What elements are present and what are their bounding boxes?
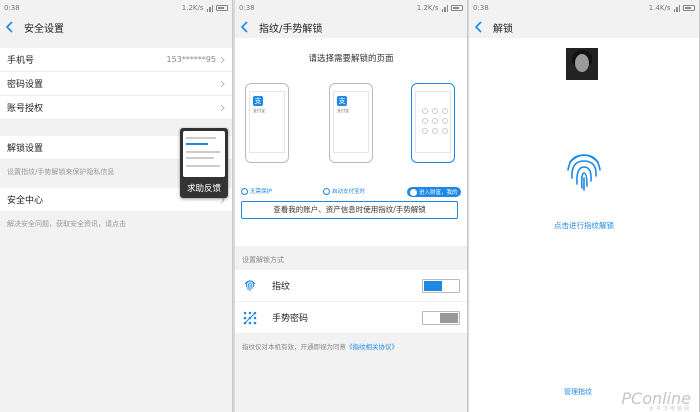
status-bar: 0:38 1.2K/s [235,0,467,16]
radio-icon [241,187,248,195]
row-password[interactable]: 密码设置 [0,72,232,96]
title-bar: 指纹/手势解锁 [235,16,467,38]
footer-note: 指纹仅对本机有效，开通即视为同意《指纹相关协议》 [235,334,467,358]
option-on-launch[interactable]: 启动支付宝时 [323,187,365,195]
agreement-link[interactable]: 《指纹相关协议》 [346,343,398,351]
back-icon[interactable] [6,20,16,34]
row-label: 手机号 [7,56,35,66]
screens-composite: 0:38 1.2K/s 安全设置 手机号 153******95 密码设置 账号… [0,0,700,412]
screen-security-settings: 0:38 1.2K/s 安全设置 手机号 153******95 密码设置 账号… [0,0,233,412]
screen-fingerprint-gesture: 0:38 1.2K/s 指纹/手势解锁 请选择需要解锁的页面 支支付宝 支支付宝… [235,0,468,412]
status-time: 0:38 [239,4,255,12]
row-fingerprint: 指纹 [235,270,467,302]
feedback-thumbnail [183,131,225,177]
signal-icon [206,4,213,12]
title-bar: 安全设置 [0,16,232,38]
fingerprint-toggle[interactable] [422,278,460,293]
option-no-protection[interactable]: 无需保护 [241,187,272,195]
status-time: 0:38 [4,4,20,12]
status-bar: 0:38 1.2K/s [0,0,232,16]
unlock-body: 点击进行指纹解锁 PConline 太平洋电脑网 [469,38,699,412]
method-label: 手势密码 [272,314,309,324]
radio-selected-icon [410,188,417,196]
battery-icon [216,5,228,11]
row-label: 密码设置 [7,80,44,90]
security-hint: 解决安全问题，获取安全资讯，请点击 [0,212,232,236]
status-bar: 0:38 1.4K/s [469,0,699,16]
option-label: 启动支付宝时 [332,189,366,195]
manage-fingerprint-link[interactable]: 管理指纹 [564,387,592,397]
alipay-icon: 支 [253,96,263,106]
status-time: 0:38 [473,4,489,12]
signal-icon [441,4,448,12]
app-name: 支付宝 [253,108,265,113]
footer-text: 指纹仅对本机有效，开通即视为同意 [242,343,346,351]
network-speed: 1.2K/s [181,4,204,12]
pconline-watermark-sub: 太平洋电脑网 [648,406,691,412]
network-speed: 1.2K/s [416,4,439,12]
network-speed: 1.4K/s [648,4,671,12]
back-icon[interactable] [475,20,485,34]
gesture-icon [242,310,258,326]
title-bar: 解锁 [469,16,699,38]
app-name: 支付宝 [337,108,349,113]
option-wealth-mine[interactable]: 进入财富，我的 [407,187,461,197]
row-gesture: 手势密码 [235,302,467,334]
selector-prompt: 请选择需要解锁的页面 [308,54,394,64]
page-title: 解锁 [493,23,513,35]
section-label: 设置解锁方式 [242,256,284,264]
gesture-toggle[interactable] [422,310,460,325]
phone-preview-none[interactable]: 支支付宝 [245,83,289,163]
chevron-right-icon [220,104,225,111]
row-label: 安全中心 [7,196,44,206]
signal-icon [673,4,680,12]
fingerprint-icon[interactable] [564,148,604,192]
phone-value: 153******95 [166,55,216,64]
page-title: 指纹/手势解锁 [259,23,323,35]
view-assets-button[interactable]: 查看我的账户、资产信息时使用指纹/手势解锁 [241,201,458,219]
option-label: 无需保护 [250,189,273,195]
row-label: 账号授权 [7,104,44,114]
gesture-grid-icon [422,108,448,134]
feedback-label: 求助反馈 [186,184,221,194]
alipay-icon: 支 [337,96,347,106]
battery-icon [451,5,463,11]
feedback-floating-button[interactable]: 求助反馈 [180,128,228,198]
row-phone[interactable]: 手机号 153******95 [0,48,232,72]
method-label: 指纹 [272,282,291,292]
option-label: 进入财富，我的 [419,190,458,196]
chevron-right-icon [220,56,225,63]
phone-preview-launch[interactable]: 支支付宝 [329,83,373,163]
back-icon[interactable] [241,20,251,34]
chevron-right-icon [220,80,225,87]
row-label: 解锁设置 [7,144,44,154]
radio-icon [323,187,330,195]
phone-preview-wealth[interactable] [411,83,455,163]
page-title: 安全设置 [24,23,64,35]
unlock-methods: 指纹 手势密码 [235,270,467,334]
page-selector: 请选择需要解锁的页面 支支付宝 支支付宝 无需保护 启动支付宝时 进入财富，我的… [235,38,467,246]
screen-unlock: 0:38 1.4K/s 解锁 点击进行指纹解锁 PConline 太平洋电脑网 [469,0,700,412]
fingerprint-unlock-prompt[interactable]: 点击进行指纹解锁 [469,220,699,231]
avatar [566,48,598,80]
fingerprint-icon [242,278,258,294]
battery-icon [683,5,695,11]
row-account-auth[interactable]: 账号授权 [0,96,232,120]
account-group: 手机号 153******95 密码设置 账号授权 [0,48,232,120]
